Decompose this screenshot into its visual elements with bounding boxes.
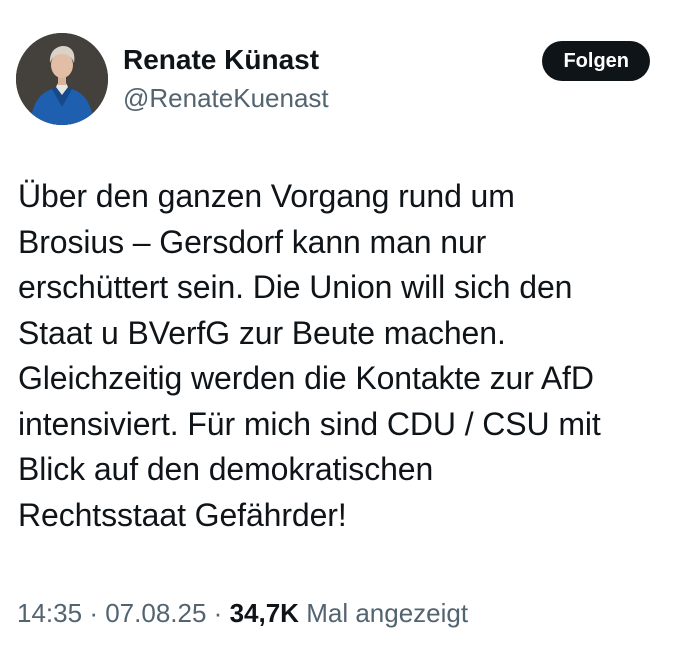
tweet-text: Über den ganzen Vorgang rund um Brosius …: [18, 178, 601, 533]
follow-button[interactable]: Folgen: [542, 41, 650, 81]
tweet-header: Renate Künast @RenateKuenast Folgen: [16, 33, 664, 129]
avatar-photo-icon: [16, 33, 108, 125]
views-label: Mal angezeigt: [306, 598, 469, 628]
author-names: Renate Künast @RenateKuenast: [123, 43, 329, 115]
avatar[interactable]: [16, 33, 108, 125]
tweet-date[interactable]: 07.08.25: [105, 598, 206, 628]
tweet-card: Renate Künast @RenateKuenast Folgen Über…: [0, 0, 680, 661]
author-display-name[interactable]: Renate Künast: [123, 43, 329, 77]
tweet-meta: 14:35 · 07.08.25 · 34,7K Mal angezeigt: [17, 593, 468, 633]
meta-separator: ·: [213, 598, 223, 628]
author-handle[interactable]: @RenateKuenast: [123, 81, 329, 115]
views-count: 34,7K: [229, 598, 299, 628]
meta-separator: ·: [89, 598, 98, 628]
tweet-time[interactable]: 14:35: [17, 598, 82, 628]
